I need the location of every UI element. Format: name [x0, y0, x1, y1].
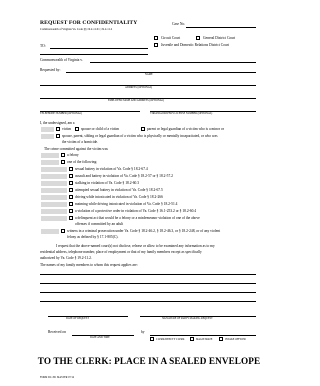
confidentiality-request-form: REQUEST FOR CONFIDENTIALITY Commonwealth… [0, 0, 298, 386]
family-line-4[interactable] [40, 301, 256, 302]
assault-battery-label: assault and battery in violation of Va. … [75, 174, 173, 178]
witness-label: witness in a criminal prosecution under … [67, 229, 221, 233]
juvenile-court-label: Juvenile and Domestic Relations District… [161, 43, 229, 47]
sexual-battery-checkbox[interactable] [69, 167, 74, 172]
item-4-shade [41, 188, 67, 194]
request-para-2: residential address, telephone number, p… [40, 250, 202, 254]
witness-checkbox[interactable] [61, 229, 66, 234]
to-label: TO: [40, 44, 46, 48]
spouse-child-checkbox[interactable] [75, 127, 80, 132]
felony-label: a felony [67, 153, 79, 157]
undersigned-intro: I, the undersigned, am a [40, 121, 75, 125]
item-7-shade [41, 209, 67, 215]
delinquent-act-label-2: offenses if committed by an adult [75, 222, 124, 226]
intake-officer-checkbox[interactable] [219, 337, 224, 342]
stalking-label: stalking in violation of Va. Code § 18.2… [75, 181, 140, 185]
requested-by-label: Requested by: [40, 68, 61, 72]
sexual-battery-label: sexual battery in violation of Va. Code … [75, 167, 148, 171]
form-title: REQUEST FOR CONFIDENTIALITY [40, 20, 138, 26]
to-field-line-2[interactable] [40, 54, 148, 55]
victim-checkbox[interactable] [56, 127, 61, 132]
case-no-field[interactable] [186, 27, 256, 28]
circuit-court-label: Circuit Court [161, 36, 181, 40]
license-caption: VIRGINIA DRIVER'S LICENSE NUMBER (OPTION… [150, 112, 213, 115]
crime-intro: The crime committed against the victim w… [44, 147, 108, 151]
code-reference: Commonwealth of Virginia Va. Code §§ 19.… [40, 27, 113, 31]
date-of-request-caption: DATE OF REQUEST [66, 317, 89, 320]
dwi-label: driving while intoxicated in violation o… [75, 195, 163, 199]
victim-shade [41, 127, 54, 133]
general-district-court-checkbox[interactable] [196, 36, 201, 41]
spouse-parent-sibling-checkbox[interactable] [56, 134, 61, 139]
family-line-3[interactable] [40, 292, 256, 293]
protective-order-label: a violation of a protective order in vio… [75, 209, 197, 213]
dwi-checkbox[interactable] [69, 195, 74, 200]
parent-guardian-checkbox[interactable] [141, 127, 146, 132]
employer-caption: EMPLOYER NAME AND ADDRESS (OPTIONAL) [108, 99, 165, 102]
assault-battery-checkbox[interactable] [69, 174, 74, 179]
attempted-sexual-battery-label: attempted sexual battery in violation of… [75, 188, 163, 192]
clerk-checkbox[interactable] [150, 337, 155, 342]
case-no-label: Case No. [172, 22, 186, 26]
delinquent-act-label: a delinquent act that would be a felony … [75, 216, 200, 220]
name-caption: NAME [145, 73, 153, 76]
witness-label-2: felony as defined by § 17.1-805(C). [67, 235, 119, 239]
item-5-shade [41, 195, 67, 201]
family-members-label: The names of my family members to whom t… [40, 263, 138, 267]
protective-order-checkbox[interactable] [69, 209, 74, 214]
request-para-1: I request that the above-named court(s) … [56, 244, 215, 248]
maiming-label: maiming while driving intoxicated in vio… [75, 202, 178, 206]
following-shade [41, 160, 59, 166]
address-caption: ADDRESS (OPTIONAL) [125, 86, 153, 89]
general-district-court-label: General District Court [203, 36, 236, 40]
request-para-3: authorized by Va. Code § 19.2-11.2. [40, 256, 92, 260]
defendant-field[interactable] [90, 62, 256, 63]
family-line-1[interactable] [40, 274, 256, 275]
by-label: by [141, 330, 145, 334]
signature-caption: SIGNATURE OF PARTY MAKING REQUEST [162, 317, 213, 320]
parent-guardian-label: parent or legal guardian of a victim who… [147, 127, 224, 131]
item-3-shade [41, 181, 67, 187]
stalking-checkbox[interactable] [69, 181, 74, 186]
item-8-shade [41, 216, 67, 222]
victim-label: victim [62, 127, 72, 131]
homicide-label: the victim of a homicide. [62, 140, 99, 144]
spouse-child-label: spouse or child of a victim [81, 127, 120, 131]
maiming-checkbox[interactable] [69, 202, 74, 207]
witness-shade [41, 229, 59, 235]
juvenile-court-checkbox[interactable] [154, 43, 159, 48]
following-checkbox[interactable] [61, 160, 66, 165]
form-number: FORM DC-301 MASTER 07/14 [40, 376, 75, 379]
received-by-field[interactable] [150, 335, 256, 336]
item-2-shade [41, 174, 67, 180]
magistrate-checkbox[interactable] [190, 337, 195, 342]
felony-checkbox[interactable] [61, 153, 66, 158]
delinquent-act-checkbox[interactable] [69, 216, 74, 221]
name-field[interactable] [66, 72, 256, 73]
spouse-parent-sibling-label: spouse, parent, sibling or legal guardia… [62, 134, 218, 138]
intake-officer-label: INTAKE OFFICER [225, 338, 246, 341]
clerk-notice: TO THE CLERK: PLACE IN A SEALED ENVELOPE [37, 356, 261, 366]
commonwealth-v-label: Commonwealth of Virginia v. [40, 58, 83, 62]
received-on-label: Received on [48, 330, 66, 334]
to-field[interactable] [50, 48, 148, 49]
magistrate-label: MAGISTRATE [196, 338, 213, 341]
telephone-caption: TELEPHONE NUMBER (OPTIONAL) [40, 112, 83, 115]
following-label: one of the following: [67, 160, 98, 164]
felony-shade [41, 153, 59, 159]
attempted-sexual-battery-checkbox[interactable] [69, 188, 74, 193]
circuit-court-checkbox[interactable] [154, 36, 159, 41]
spouse-parent-shade [41, 134, 54, 140]
clerk-label: CLERK/DEPUTY CLERK [156, 338, 185, 341]
item-1-shade [41, 167, 67, 173]
family-line-2[interactable] [40, 283, 256, 284]
item-6-shade [41, 202, 67, 208]
date-time-caption: DATE AND TIME [90, 336, 110, 339]
